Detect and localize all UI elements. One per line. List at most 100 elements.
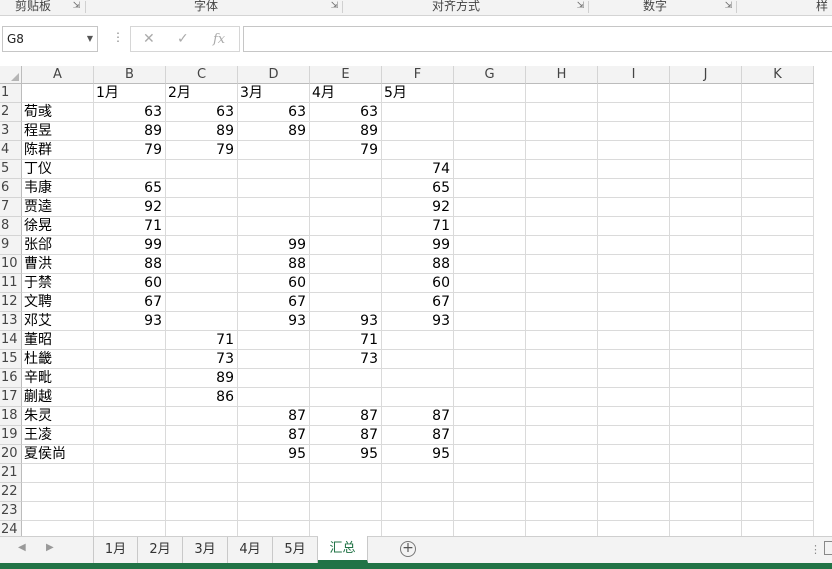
row-header[interactable]: 12 [0, 293, 22, 312]
cell-g1[interactable] [454, 84, 526, 103]
cell-j6[interactable] [670, 179, 742, 198]
cell-e8[interactable] [310, 217, 382, 236]
cell-i11[interactable] [598, 274, 670, 293]
insert-function-icon[interactable]: fx [213, 32, 225, 47]
cell-j8[interactable] [670, 217, 742, 236]
cell-j17[interactable] [670, 388, 742, 407]
column-header-d[interactable]: D [238, 66, 310, 84]
cell-j5[interactable] [670, 160, 742, 179]
cell-d6[interactable] [238, 179, 310, 198]
cell-e15[interactable]: 73 [310, 350, 382, 369]
cell-c2[interactable]: 63 [166, 103, 238, 122]
formula-input[interactable] [243, 26, 832, 52]
cell-e11[interactable] [310, 274, 382, 293]
row-header[interactable]: 15 [0, 350, 22, 369]
cell-k18[interactable] [742, 407, 814, 426]
cell-b17[interactable] [94, 388, 166, 407]
cell-k15[interactable] [742, 350, 814, 369]
cell-k11[interactable] [742, 274, 814, 293]
cell-b7[interactable]: 92 [94, 198, 166, 217]
cell-a5[interactable]: 丁仪 [22, 160, 94, 179]
cell-g10[interactable] [454, 255, 526, 274]
cell-e3[interactable]: 89 [310, 122, 382, 141]
cell-b11[interactable]: 60 [94, 274, 166, 293]
cell-i10[interactable] [598, 255, 670, 274]
cell-d15[interactable] [238, 350, 310, 369]
cell-c20[interactable] [166, 445, 238, 464]
cell-d23[interactable] [238, 502, 310, 521]
cell-e16[interactable] [310, 369, 382, 388]
cell-d22[interactable] [238, 483, 310, 502]
cell-d5[interactable] [238, 160, 310, 179]
cell-k7[interactable] [742, 198, 814, 217]
cell-i8[interactable] [598, 217, 670, 236]
cell-i20[interactable] [598, 445, 670, 464]
cell-d19[interactable]: 87 [238, 426, 310, 445]
cell-h3[interactable] [526, 122, 598, 141]
cell-f13[interactable]: 93 [382, 312, 454, 331]
cell-c21[interactable] [166, 464, 238, 483]
cell-b13[interactable]: 93 [94, 312, 166, 331]
cell-i9[interactable] [598, 236, 670, 255]
cell-h20[interactable] [526, 445, 598, 464]
cell-b20[interactable] [94, 445, 166, 464]
cell-e18[interactable]: 87 [310, 407, 382, 426]
cell-c4[interactable]: 79 [166, 141, 238, 160]
cell-c7[interactable] [166, 198, 238, 217]
name-box[interactable]: G8 ▼ [2, 26, 98, 52]
row-header[interactable]: 20 [0, 445, 22, 464]
cell-i13[interactable] [598, 312, 670, 331]
cell-b18[interactable] [94, 407, 166, 426]
cell-h22[interactable] [526, 483, 598, 502]
cell-k20[interactable] [742, 445, 814, 464]
cell-b16[interactable] [94, 369, 166, 388]
cell-a14[interactable]: 董昭 [22, 331, 94, 350]
cell-g5[interactable] [454, 160, 526, 179]
cell-a19[interactable]: 王凌 [22, 426, 94, 445]
cell-k6[interactable] [742, 179, 814, 198]
sheet-tab[interactable]: 5月 [273, 537, 318, 563]
cell-b14[interactable] [94, 331, 166, 350]
cell-b19[interactable] [94, 426, 166, 445]
cell-j13[interactable] [670, 312, 742, 331]
cell-e14[interactable]: 71 [310, 331, 382, 350]
scroll-left-icon[interactable]: ◀ [18, 542, 26, 553]
cell-j20[interactable] [670, 445, 742, 464]
cell-f16[interactable] [382, 369, 454, 388]
cell-d16[interactable] [238, 369, 310, 388]
cell-f19[interactable]: 87 [382, 426, 454, 445]
column-header-g[interactable]: G [454, 66, 526, 84]
column-header-k[interactable]: K [742, 66, 814, 84]
column-header-c[interactable]: C [166, 66, 238, 84]
cell-b21[interactable] [94, 464, 166, 483]
cell-f14[interactable] [382, 331, 454, 350]
cell-a13[interactable]: 邓艾 [22, 312, 94, 331]
cell-a7[interactable]: 贾逵 [22, 198, 94, 217]
cell-k2[interactable] [742, 103, 814, 122]
row-header[interactable]: 5 [0, 160, 22, 179]
cell-g6[interactable] [454, 179, 526, 198]
cell-c23[interactable] [166, 502, 238, 521]
cell-e9[interactable] [310, 236, 382, 255]
scroll-right-icon[interactable]: ▶ [46, 542, 54, 553]
confirm-icon[interactable]: ✓ [177, 31, 189, 47]
cell-h21[interactable] [526, 464, 598, 483]
cell-h15[interactable] [526, 350, 598, 369]
cell-b4[interactable]: 79 [94, 141, 166, 160]
cell-d13[interactable]: 93 [238, 312, 310, 331]
cell-h11[interactable] [526, 274, 598, 293]
row-header[interactable]: 22 [0, 483, 22, 502]
cell-c16[interactable]: 89 [166, 369, 238, 388]
row-header[interactable]: 13 [0, 312, 22, 331]
cell-f15[interactable] [382, 350, 454, 369]
cell-c15[interactable]: 73 [166, 350, 238, 369]
row-header[interactable]: 1 [0, 84, 22, 103]
cell-g14[interactable] [454, 331, 526, 350]
cell-d14[interactable] [238, 331, 310, 350]
cell-j3[interactable] [670, 122, 742, 141]
cell-a12[interactable]: 文聘 [22, 293, 94, 312]
cell-f2[interactable] [382, 103, 454, 122]
row-header[interactable]: 14 [0, 331, 22, 350]
cell-c8[interactable] [166, 217, 238, 236]
cell-j9[interactable] [670, 236, 742, 255]
